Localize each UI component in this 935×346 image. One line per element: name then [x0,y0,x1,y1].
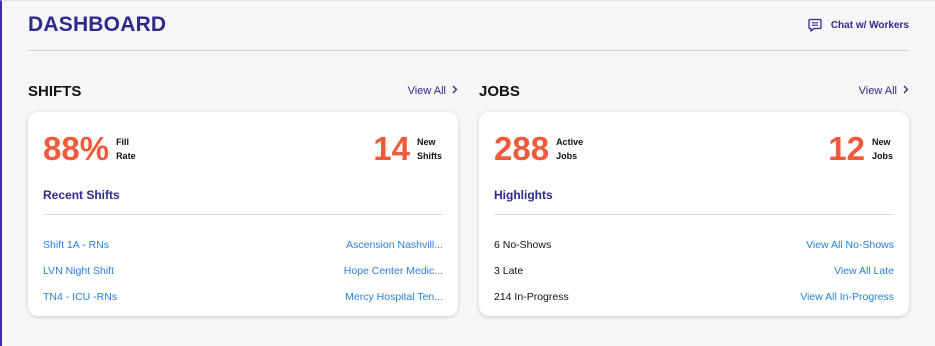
active-jobs-value: 288 [494,130,550,167]
divider [43,214,443,215]
shift-name-link[interactable]: Shift 1A - RNs [43,239,109,251]
list-item: 3 Late View All Late [494,258,894,284]
jobs-card: 288 Active Jobs 12 New Jobs Highlights 6… [479,112,909,316]
facility-link[interactable]: Hope Center Medic... [344,265,443,277]
jobs-view-all-label: View All [858,85,897,97]
list-item: 214 In-Progress View All In-Progress [494,284,894,310]
fill-rate-label: Fill Rate [116,135,136,163]
chevron-right-icon [903,85,909,97]
facility-link[interactable]: Mercy Hospital Ten... [345,291,443,303]
shift-name-link[interactable]: TN4 - ICU -RNs [43,291,117,303]
new-shifts-metric: 14 New Shifts [373,132,442,166]
new-jobs-label: New Jobs [872,135,893,163]
list-item: 6 No-Shows View All No-Shows [494,232,894,258]
highlight-stat: 3 Late [494,265,524,277]
shifts-card: 88% Fill Rate 14 New Shifts Recent Shift… [28,112,458,316]
shifts-view-all-label: View All [407,85,446,97]
new-shifts-label: New Shifts [417,135,442,163]
shift-name-link[interactable]: LVN Night Shift [43,265,114,277]
new-jobs-metric: 12 New Jobs [828,132,893,166]
highlight-stat: 214 In-Progress [494,291,569,303]
recent-shifts-heading: Recent Shifts [43,188,120,202]
view-all-in-progress-link[interactable]: View All In-Progress [800,291,894,303]
new-jobs-value: 12 [828,130,865,167]
jobs-title: JOBS [479,82,520,100]
active-jobs-label-line2: Jobs [556,151,578,161]
active-jobs-label-line1: Active [556,137,584,147]
fill-rate-value: 88% [43,130,110,167]
recent-shifts-list: Shift 1A - RNs Ascension Nashvill... LVN… [43,232,443,310]
chevron-right-icon [452,85,458,97]
jobs-section-header: JOBS View All [479,82,909,100]
chat-button-label: Chat w/ Workers [830,19,909,31]
chat-bubble-icon [808,18,822,32]
list-item: TN4 - ICU -RNs Mercy Hospital Ten... [43,284,443,310]
shifts-section-header: SHIFTS View All [28,82,458,100]
fill-rate-label-line1: Fill [116,137,130,147]
new-shifts-value: 14 [373,130,410,167]
divider [494,214,894,215]
list-item: Shift 1A - RNs Ascension Nashvill... [43,232,443,258]
shifts-title: SHIFTS [28,82,82,100]
new-shifts-label-line2: Shifts [416,151,442,161]
page-header: DASHBOARD Chat w/ Workers [28,13,909,51]
shifts-view-all-link[interactable]: View All [408,85,458,97]
highlights-heading: Highlights [494,188,553,202]
fill-rate-metric: 88% Fill Rate [43,132,136,166]
highlights-list: 6 No-Shows View All No-Shows 3 Late View… [494,232,894,310]
facility-link[interactable]: Ascension Nashvill... [346,239,443,251]
list-item: LVN Night Shift Hope Center Medic... [43,258,443,284]
fill-rate-label-line2: Rate [116,151,136,161]
highlight-stat: 6 No-Shows [494,239,552,251]
view-all-no-shows-link[interactable]: View All No-Shows [806,239,894,251]
active-jobs-label: Active Jobs [556,135,583,163]
chat-with-workers-button[interactable]: Chat w/ Workers [808,18,909,32]
view-all-late-link[interactable]: View All Late [834,265,894,277]
new-shifts-label-line1: New [416,137,436,147]
jobs-view-all-link[interactable]: View All [859,85,909,97]
page-title: DASHBOARD [28,13,167,36]
new-jobs-label-line2: Jobs [871,151,893,161]
new-jobs-label-line1: New [871,137,891,147]
active-jobs-metric: 288 Active Jobs [494,132,583,166]
